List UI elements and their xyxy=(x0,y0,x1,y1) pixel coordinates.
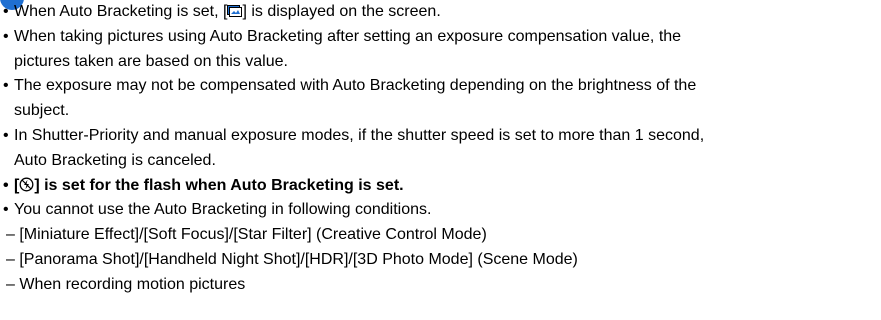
list-item-bold: [] is set for the flash when Auto Bracke… xyxy=(0,174,881,199)
list-subitem: – When recording motion pictures xyxy=(6,275,246,293)
list-item-continuation: pictures taken are based on this value. xyxy=(14,52,288,70)
list-subitem: – [Miniature Effect]/[Soft Focus]/[Star … xyxy=(6,226,487,244)
list-item: In Shutter-Priority and manual exposure … xyxy=(0,124,881,149)
list-item: You cannot use the Auto Bracketing in fo… xyxy=(0,198,881,223)
list-item: When taking pictures using Auto Bracketi… xyxy=(0,25,881,50)
list-item-continuation: subject. xyxy=(14,102,70,120)
list-item-text: When Auto Bracketing is set, [ xyxy=(14,3,228,20)
list-item-text: ] is displayed on the screen. xyxy=(242,3,441,20)
auto-bracket-icon xyxy=(227,5,243,17)
list-item: When Auto Bracketing is set, [ ] is displ… xyxy=(0,0,881,25)
list-item: The exposure may not be compensated with… xyxy=(0,74,881,99)
list-subitem: – [Panorama Shot]/[Handheld Night Shot]/… xyxy=(6,250,578,268)
list-item-continuation: Auto Bracketing is canceled. xyxy=(14,151,216,169)
notes-list: When Auto Bracketing is set, [ ] is displ… xyxy=(0,0,881,298)
list-item-text: ] is set for the flash when Auto Bracket… xyxy=(34,176,404,194)
flash-off-icon xyxy=(19,177,34,192)
